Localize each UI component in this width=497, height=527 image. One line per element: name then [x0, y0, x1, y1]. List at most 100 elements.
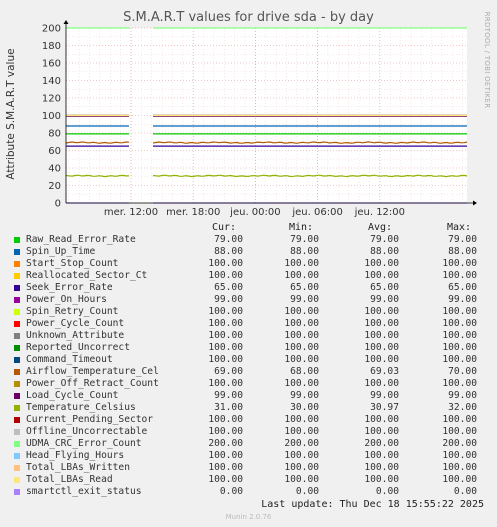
legend-avg-value: 99.00 [370, 294, 399, 305]
legend-series-name: UDMA_CRC_Error_Count [26, 438, 142, 449]
legend-row: Total_LBAs_Read 100.00 100.00 100.00 100.00 [12, 474, 482, 486]
legend-row: Head_Flying_Hours 100.00 100.00 100.00 100.0… [12, 450, 482, 462]
legend-min-value: 100.00 [284, 462, 319, 473]
legend-series-name: Raw_Read_Error_Rate [26, 234, 136, 245]
legend-avg-value: 100.00 [364, 474, 399, 485]
legend-series-name: Current_Pending_Sector [26, 414, 154, 425]
legend-swatch [14, 489, 20, 495]
legend-max-value: 65.00 [448, 282, 477, 293]
legend-series-name: smartctl_exit_status [26, 486, 142, 497]
legend-row: Raw_Read_Error_Rate 79.00 79.00 79.00 79.00 [12, 234, 482, 246]
legend-min-value: 100.00 [284, 354, 319, 365]
legend-cur-value: 65.00 [214, 282, 243, 293]
legend-swatch [14, 285, 20, 291]
legend-series-name: Seek_Error_Rate [26, 282, 113, 293]
legend-min-value: 88.00 [290, 246, 319, 257]
legend-min-value: 65.00 [290, 282, 319, 293]
legend-row: Reported_Uncorrect 100.00 100.00 100.00 100.… [12, 342, 482, 354]
legend-avg-value: 100.00 [364, 306, 399, 317]
x-tick-label: mer. 18:00 [166, 207, 220, 218]
legend-cur-value: 100.00 [208, 306, 243, 317]
legend-row: Seek_Error_Rate 65.00 65.00 65.00 65.00 [12, 282, 482, 294]
legend-swatch [14, 357, 20, 363]
legend-min-value: 100.00 [284, 342, 319, 353]
legend-avg-value: 69.03 [370, 366, 399, 377]
legend-avg-value: 100.00 [364, 318, 399, 329]
legend-series-name: Spin_Retry_Count [26, 306, 119, 317]
legend-min-value: 200.00 [284, 438, 319, 449]
legend-cur-value: 100.00 [208, 270, 243, 281]
legend-min-value: 100.00 [284, 258, 319, 269]
legend-min-value: 100.00 [284, 474, 319, 485]
plot-area: 0 20 40 60 80 100 120 140 160 180 200 mer. 12:00 mer… [42, 20, 477, 218]
legend-max-value: 100.00 [442, 414, 477, 425]
legend-max-value: 100.00 [442, 330, 477, 341]
legend-series-name: Temperature_Celsius [26, 402, 136, 413]
series-line-Airflow_Temperature_Cel [152, 141, 468, 144]
legend-row: Spin_Retry_Count 100.00 100.00 100.00 100.00 [12, 306, 482, 318]
legend-row: Power_Off_Retract_Count 100.00 100.00 100.0… [12, 378, 482, 390]
legend-cur-value: 100.00 [208, 414, 243, 425]
x-axis-arrow [473, 200, 477, 206]
legend-series-name: Reported_Uncorrect [26, 342, 130, 353]
legend-max-value: 100.00 [442, 306, 477, 317]
legend-row: Airflow_Temperature_Cel 69.00 68.00 69.03 70… [12, 366, 482, 378]
legend-max-value: 200.00 [442, 438, 477, 449]
legend-min-value: 0.00 [295, 486, 319, 497]
legend-row: UDMA_CRC_Error_Count 200.00 200.00 200.00 20… [12, 438, 482, 450]
legend-cur-value: 100.00 [208, 450, 243, 461]
legend-series-name: Reallocated_Sector_Ct [26, 270, 148, 281]
legend-cur-value: 99.00 [214, 294, 243, 305]
x-tick-label: jeu. 00:00 [229, 207, 280, 218]
legend-cur-value: 100.00 [208, 342, 243, 353]
column-header-avg: Avg: [368, 222, 393, 233]
x-tick-label: jeu. 12:00 [354, 207, 405, 218]
legend-min-value: 30.00 [290, 402, 319, 413]
y-tick-label: 200 [42, 24, 61, 35]
legend-swatch [14, 417, 20, 423]
legend-series-name: Power_On_Hours [26, 294, 107, 305]
y-tick-label: 20 [48, 181, 61, 192]
legend-series-name: Spin_Up_Time [26, 246, 96, 257]
y-tick-label: 60 [48, 146, 61, 157]
legend-avg-value: 100.00 [364, 330, 399, 341]
legend-avg-value: 100.00 [364, 342, 399, 353]
legend-row: Temperature_Celsius 31.00 30.00 30.97 32.00 [12, 402, 482, 414]
y-axis-arrow [63, 20, 69, 24]
y-tick-label: 80 [48, 129, 61, 140]
legend-swatch [14, 381, 20, 387]
legend-swatch [14, 273, 20, 279]
legend-series-name: Load_Cycle_Count [26, 390, 119, 401]
legend-series-name: Power_Off_Retract_Count [26, 378, 159, 389]
legend-row: Power_On_Hours 99.00 99.00 99.00 99.00 [12, 294, 482, 306]
x-tick-label: jeu. 06:00 [291, 207, 342, 218]
legend-min-value: 100.00 [284, 426, 319, 437]
legend-swatch [14, 369, 20, 375]
legend-min-value: 79.00 [290, 234, 319, 245]
legend-cur-value: 79.00 [214, 234, 243, 245]
legend-avg-value: 100.00 [364, 462, 399, 473]
legend-avg-value: 200.00 [364, 438, 399, 449]
legend-cur-value: 100.00 [208, 354, 243, 365]
legend-cur-value: 69.00 [214, 366, 243, 377]
legend-row: Spin_Up_Time 88.00 88.00 88.00 88.00 [12, 246, 482, 258]
legend-max-value: 100.00 [442, 270, 477, 281]
legend-cur-value: 100.00 [208, 474, 243, 485]
legend-max-value: 99.00 [448, 294, 477, 305]
legend-max-value: 100.00 [442, 378, 477, 389]
legend-max-value: 100.00 [442, 318, 477, 329]
legend-row: Power_Cycle_Count 100.00 100.00 100.00 100.0… [12, 318, 482, 330]
legend-series-name: Offline_Uncorrectable [26, 426, 148, 437]
legend-max-value: 100.00 [442, 474, 477, 485]
legend-max-value: 32.00 [448, 402, 477, 413]
legend-avg-value: 99.00 [370, 390, 399, 401]
y-tick-label: 180 [42, 41, 61, 52]
legend-avg-value: 0.00 [375, 486, 399, 497]
legend-max-value: 100.00 [442, 354, 477, 365]
legend-row: smartctl_exit_status 0.00 0.00 0.00 0.00 [12, 486, 482, 498]
legend-max-value: 88.00 [448, 246, 477, 257]
legend-series-name: Command_Timeout [26, 354, 113, 365]
legend-cur-value: 100.00 [208, 318, 243, 329]
legend-cur-value: 31.00 [214, 402, 243, 413]
legend-min-value: 68.00 [290, 366, 319, 377]
